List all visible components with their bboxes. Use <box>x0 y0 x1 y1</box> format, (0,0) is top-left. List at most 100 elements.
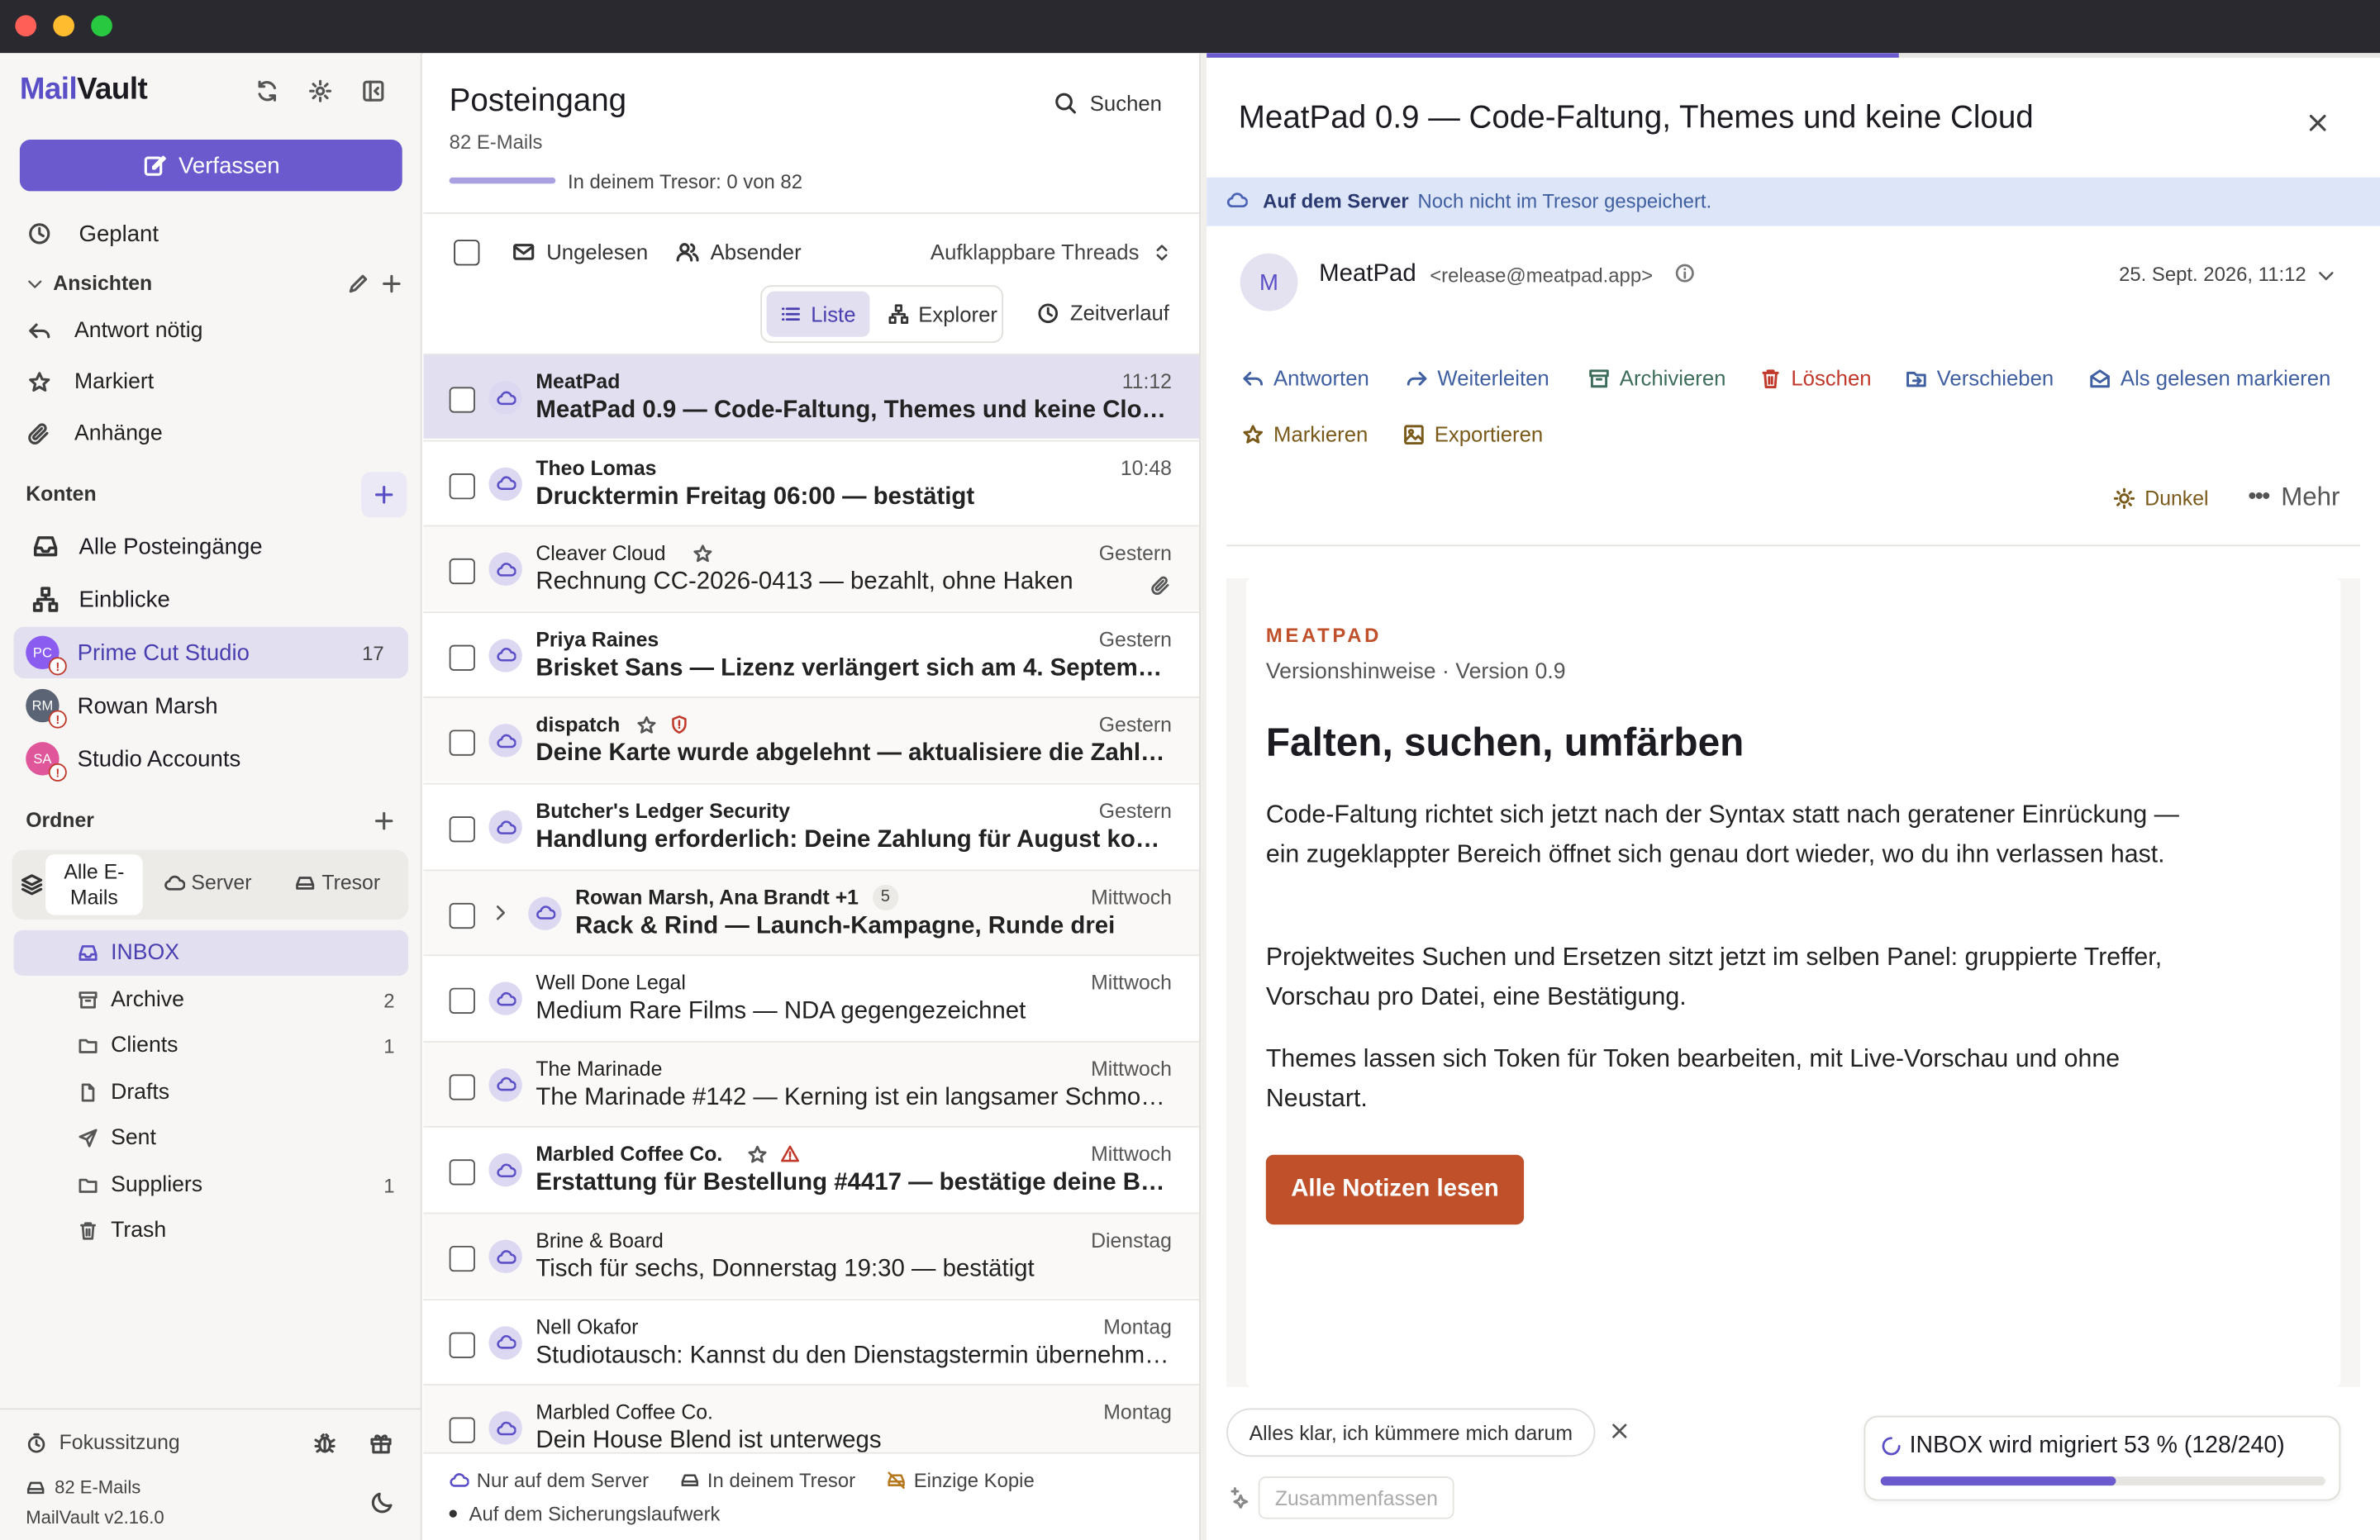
message-row[interactable]: Marbled Coffee Co. Erstattung für Bestell… <box>423 1126 1200 1212</box>
star-icon[interactable] <box>636 715 658 737</box>
filter-unread[interactable]: Ungelesen <box>512 240 648 264</box>
bug-icon[interactable] <box>312 1431 336 1455</box>
gift-icon[interactable] <box>369 1431 393 1455</box>
message-row[interactable]: The Marinade The Marinade #142 — Kerning … <box>423 1040 1200 1126</box>
row-checkbox[interactable] <box>449 1074 475 1100</box>
row-checkbox[interactable] <box>449 1159 475 1186</box>
account-all-inboxes[interactable]: Alle Posteingänge <box>14 520 409 572</box>
pencil-icon[interactable] <box>346 272 370 296</box>
row-checkbox[interactable] <box>449 1417 475 1444</box>
select-all-checkbox[interactable] <box>454 240 480 266</box>
compose-button[interactable]: Verfassen <box>19 139 402 192</box>
add-view-icon[interactable] <box>379 272 403 296</box>
segment-all[interactable]: Alle E- Mails <box>45 854 143 915</box>
shield-icon <box>670 715 690 735</box>
more-button[interactable]: ••• Mehr <box>2248 482 2340 513</box>
message-row[interactable]: Theo Lomas Drucktermin Freitag 06:00 — be… <box>423 439 1200 525</box>
folder-inbox[interactable]: INBOX <box>13 929 409 977</box>
message-body-frame: MEATPAD Versionshinweise · Version 0.9 F… <box>1226 578 2361 1387</box>
read-notes-button[interactable]: Alle Notizen lesen <box>1265 1154 1525 1225</box>
quick-reply-chip[interactable]: Alles klar, ich kümmere mich darum <box>1226 1408 1596 1457</box>
row-checkbox[interactable] <box>449 473 475 499</box>
reply-button[interactable]: Antworten <box>1241 366 1369 390</box>
view-attachments[interactable]: Anhänge <box>15 410 407 459</box>
forward-button[interactable]: Weiterleiten <box>1406 366 1549 390</box>
row-checkbox[interactable] <box>449 644 475 671</box>
segment-server[interactable]: Server <box>164 871 251 894</box>
folder-sent[interactable]: Sent <box>14 1115 409 1161</box>
alert-icon: ! <box>48 710 67 729</box>
message-sender: The Marinade <box>536 1057 663 1081</box>
folder-clients[interactable]: Clients 1 <box>14 1023 409 1068</box>
row-checkbox[interactable] <box>449 988 475 1015</box>
account-label: Prime Cut Studio <box>77 639 250 666</box>
ellipsis-icon: ••• <box>2248 483 2270 511</box>
flag-button[interactable]: Markieren <box>1241 422 1368 446</box>
folder-drafts[interactable]: Drafts <box>14 1070 409 1115</box>
row-checkbox[interactable] <box>449 730 475 757</box>
nav-item-scheduled[interactable]: Geplant <box>15 209 407 258</box>
view-needs-reply[interactable]: Antwort nötig <box>15 307 407 355</box>
archive-button[interactable]: Archivieren <box>1587 366 1726 390</box>
view-list-button[interactable]: Liste <box>766 291 870 337</box>
view-timeline-button[interactable]: Zeitverlauf <box>1036 301 1169 325</box>
sync-icon[interactable] <box>255 79 279 103</box>
dismiss-quick-reply-icon[interactable] <box>1609 1420 1630 1442</box>
focus-session-button[interactable]: Fokussitzung <box>26 1431 180 1454</box>
account-rowan-marsh[interactable]: RM! Rowan Marsh <box>14 680 409 731</box>
folder-trash[interactable]: Trash <box>14 1208 409 1253</box>
message-row[interactable]: Well Done Legal Medium Rare Films — NDA g… <box>423 954 1200 1040</box>
collapse-sidebar-icon[interactable] <box>361 79 385 103</box>
message-row[interactable]: Priya Raines Brisket Sans — Lizenz verlän… <box>423 611 1200 696</box>
message-row[interactable]: MeatPad MeatPad 0.9 — Code-Faltung, Theme… <box>423 353 1200 439</box>
account-studio-accounts[interactable]: SA! Studio Accounts <box>14 733 409 784</box>
account-insights[interactable]: Einblicke <box>14 573 409 625</box>
star-icon[interactable] <box>747 1145 769 1167</box>
message-row[interactable]: Nell Okafor Studiotausch: Kannst du den D… <box>423 1298 1200 1384</box>
row-checkbox[interactable] <box>449 558 475 585</box>
row-checkbox[interactable] <box>449 816 475 843</box>
add-account-button[interactable] <box>361 472 407 518</box>
message-row[interactable]: Brine & Board Tisch für sechs, Donnerstag… <box>423 1212 1200 1298</box>
message-sender: Nell Okafor <box>536 1314 639 1338</box>
network-icon <box>888 303 909 325</box>
close-window-button[interactable] <box>15 15 37 37</box>
star-icon[interactable] <box>692 544 713 565</box>
account-prime-cut-studio[interactable]: PC! Prime Cut Studio 17 <box>13 626 409 679</box>
message-row[interactable]: Butcher's Ledger Security Handlung erford… <box>423 782 1200 868</box>
mark-read-button[interactable]: Als gelesen markieren <box>2088 366 2330 390</box>
row-checkbox[interactable] <box>449 1331 475 1358</box>
cloud-icon <box>488 810 522 844</box>
row-checkbox[interactable] <box>449 387 475 413</box>
segment-vault[interactable]: Tresor <box>294 871 380 894</box>
minimize-window-button[interactable] <box>53 15 75 37</box>
message-row[interactable]: Rowan Marsh, Ana Brandt +1 Rack & Rind — … <box>423 868 1200 954</box>
message-row[interactable]: Cleaver Cloud Rechnung CC-2026-0413 — bez… <box>423 525 1200 611</box>
delete-button[interactable]: Löschen <box>1759 366 1872 390</box>
filter-sender[interactable]: Absender <box>675 240 802 264</box>
views-header[interactable]: Ansichten <box>53 272 152 295</box>
dark-mode-toggle[interactable]: Dunkel <box>2113 487 2209 510</box>
row-checkbox[interactable] <box>449 902 475 929</box>
chevron-right-icon[interactable] <box>490 902 510 922</box>
gear-icon[interactable] <box>308 79 332 103</box>
row-checkbox[interactable] <box>449 1245 475 1272</box>
view-explorer-button[interactable]: Explorer <box>888 302 997 326</box>
search-button[interactable]: Suchen <box>1054 91 1162 116</box>
export-button[interactable]: Exportieren <box>1402 422 1543 446</box>
folder-archive[interactable]: Archive 2 <box>14 977 409 1023</box>
summarize-button[interactable]: Zusammenfassen <box>1258 1476 1455 1519</box>
zoom-window-button[interactable] <box>91 15 112 37</box>
add-folder-icon[interactable] <box>372 809 396 833</box>
move-button[interactable]: Verschieben <box>1905 366 2054 390</box>
moon-icon[interactable] <box>370 1490 394 1514</box>
close-icon[interactable] <box>2306 111 2330 135</box>
message-row[interactable]: dispatch Deine Karte wurde abgelehnt — ak… <box>423 696 1200 782</box>
chevron-down-icon[interactable] <box>2316 265 2336 285</box>
info-icon[interactable] <box>1674 263 1696 284</box>
threads-dropdown[interactable]: Aufklappbare Threads <box>931 240 1171 264</box>
chevron-down-icon[interactable] <box>26 274 44 292</box>
folder-suppliers[interactable]: Suppliers 1 <box>14 1162 409 1208</box>
pane-resize-handle[interactable] <box>1199 53 1207 1540</box>
view-flagged[interactable]: Markiert <box>15 358 407 406</box>
